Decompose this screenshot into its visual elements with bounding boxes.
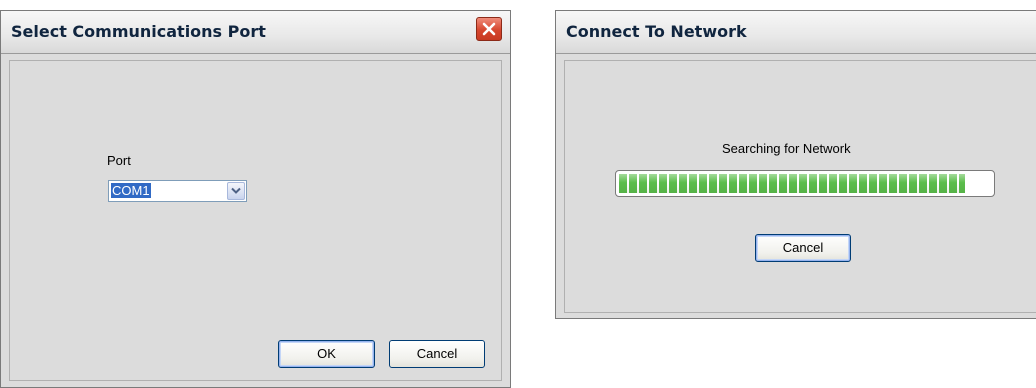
close-button[interactable] bbox=[476, 17, 502, 41]
close-icon bbox=[482, 22, 496, 36]
cancel-button[interactable]: Cancel bbox=[389, 340, 485, 368]
port-select[interactable]: COM1 bbox=[108, 180, 247, 202]
status-text: Searching for Network bbox=[722, 141, 851, 156]
dialog-title: Select Communications Port bbox=[11, 22, 266, 41]
title-bar[interactable]: Select Communications Port bbox=[1, 11, 510, 54]
progress-bar bbox=[615, 170, 995, 197]
ok-button[interactable]: OK bbox=[278, 340, 375, 368]
progress-fill bbox=[619, 174, 965, 193]
dialog-body: Port COM1 OK Cancel bbox=[9, 60, 502, 381]
port-dropdown-button[interactable] bbox=[227, 182, 245, 200]
port-select-value: COM1 bbox=[111, 183, 151, 198]
title-bar[interactable]: Connect To Network bbox=[556, 11, 1036, 54]
port-label: Port bbox=[107, 153, 131, 168]
dialog-body: Searching for Network Cancel bbox=[564, 60, 1036, 313]
connect-network-dialog: Connect To Network Searching for Network… bbox=[555, 10, 1036, 319]
chevron-down-icon bbox=[231, 187, 241, 194]
select-port-dialog: Select Communications Port Port COM1 OK … bbox=[0, 10, 511, 388]
cancel-button[interactable]: Cancel bbox=[755, 234, 851, 262]
dialog-title: Connect To Network bbox=[566, 22, 747, 41]
